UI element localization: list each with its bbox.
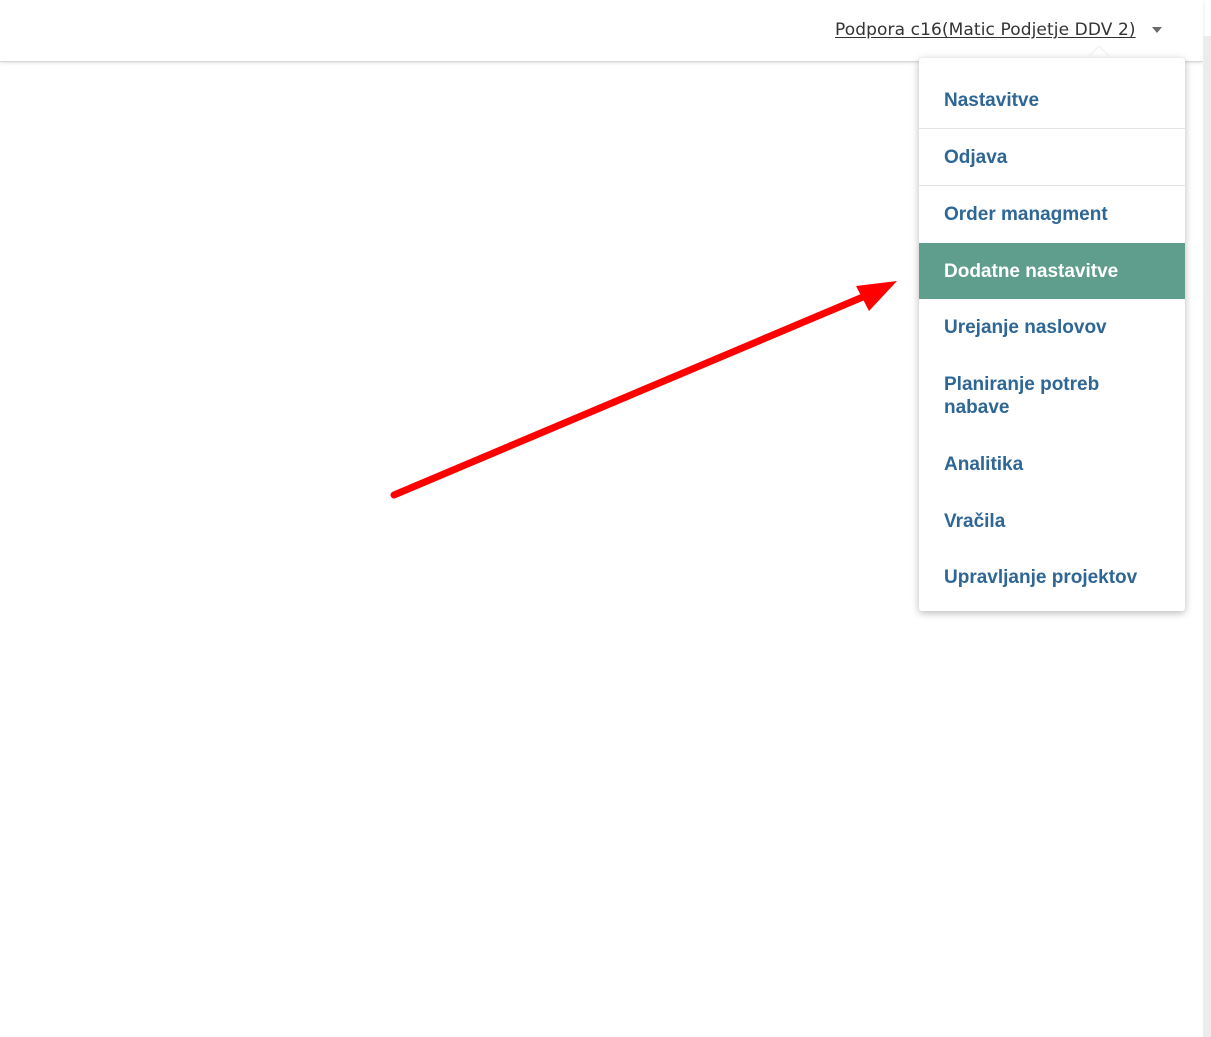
- menu-item-label: Urejanje naslovov: [944, 317, 1107, 338]
- menu-item-order-managment[interactable]: Order managment: [919, 186, 1185, 243]
- menu-item-label: Planiranje potreb nabave: [944, 374, 1100, 418]
- user-name-link[interactable]: Podpora c16(Matic Podjetje DDV 2): [835, 20, 1136, 40]
- menu-item-label: Odjava: [944, 146, 1008, 168]
- user-menu-trigger[interactable]: Podpora c16(Matic Podjetje DDV 2): [835, 19, 1162, 41]
- menu-item-planiranje-potreb-nabave[interactable]: Planiranje potreb nabave: [919, 356, 1185, 436]
- menu-item-urejanje-naslovov[interactable]: Urejanje naslovov: [919, 299, 1185, 356]
- page: Podpora c16(Matic Podjetje DDV 2) Nastav…: [0, 0, 1211, 1037]
- menu-item-odjava[interactable]: Odjava: [919, 129, 1185, 186]
- menu-item-label: Order managment: [944, 204, 1108, 225]
- menu-item-label: Vračila: [944, 510, 1006, 532]
- menu-item-vracila[interactable]: Vračila: [919, 493, 1185, 549]
- menu-item-nastavitve[interactable]: Nastavitve: [919, 72, 1185, 129]
- menu-item-label: Upravljanje projektov: [944, 567, 1138, 588]
- menu-item-label: Dodatne nastavitve: [944, 260, 1119, 282]
- user-dropdown-menu: Nastavitve Odjava Order managment Dodatn…: [919, 58, 1185, 611]
- menu-item-label: Nastavitve: [944, 89, 1040, 111]
- caret-down-icon[interactable]: [1151, 27, 1162, 33]
- menu-item-upravljanje-projektov[interactable]: Upravljanje projektov: [919, 549, 1185, 606]
- menu-item-label: Analitika: [944, 454, 1024, 475]
- menu-item-analitika[interactable]: Analitika: [919, 436, 1185, 493]
- scrollbar[interactable]: [1203, 36, 1211, 1037]
- arrow-shaft: [390, 290, 874, 499]
- menu-item-dodatne-nastavitve[interactable]: Dodatne nastavitve: [919, 243, 1185, 299]
- arrow-head: [856, 281, 897, 311]
